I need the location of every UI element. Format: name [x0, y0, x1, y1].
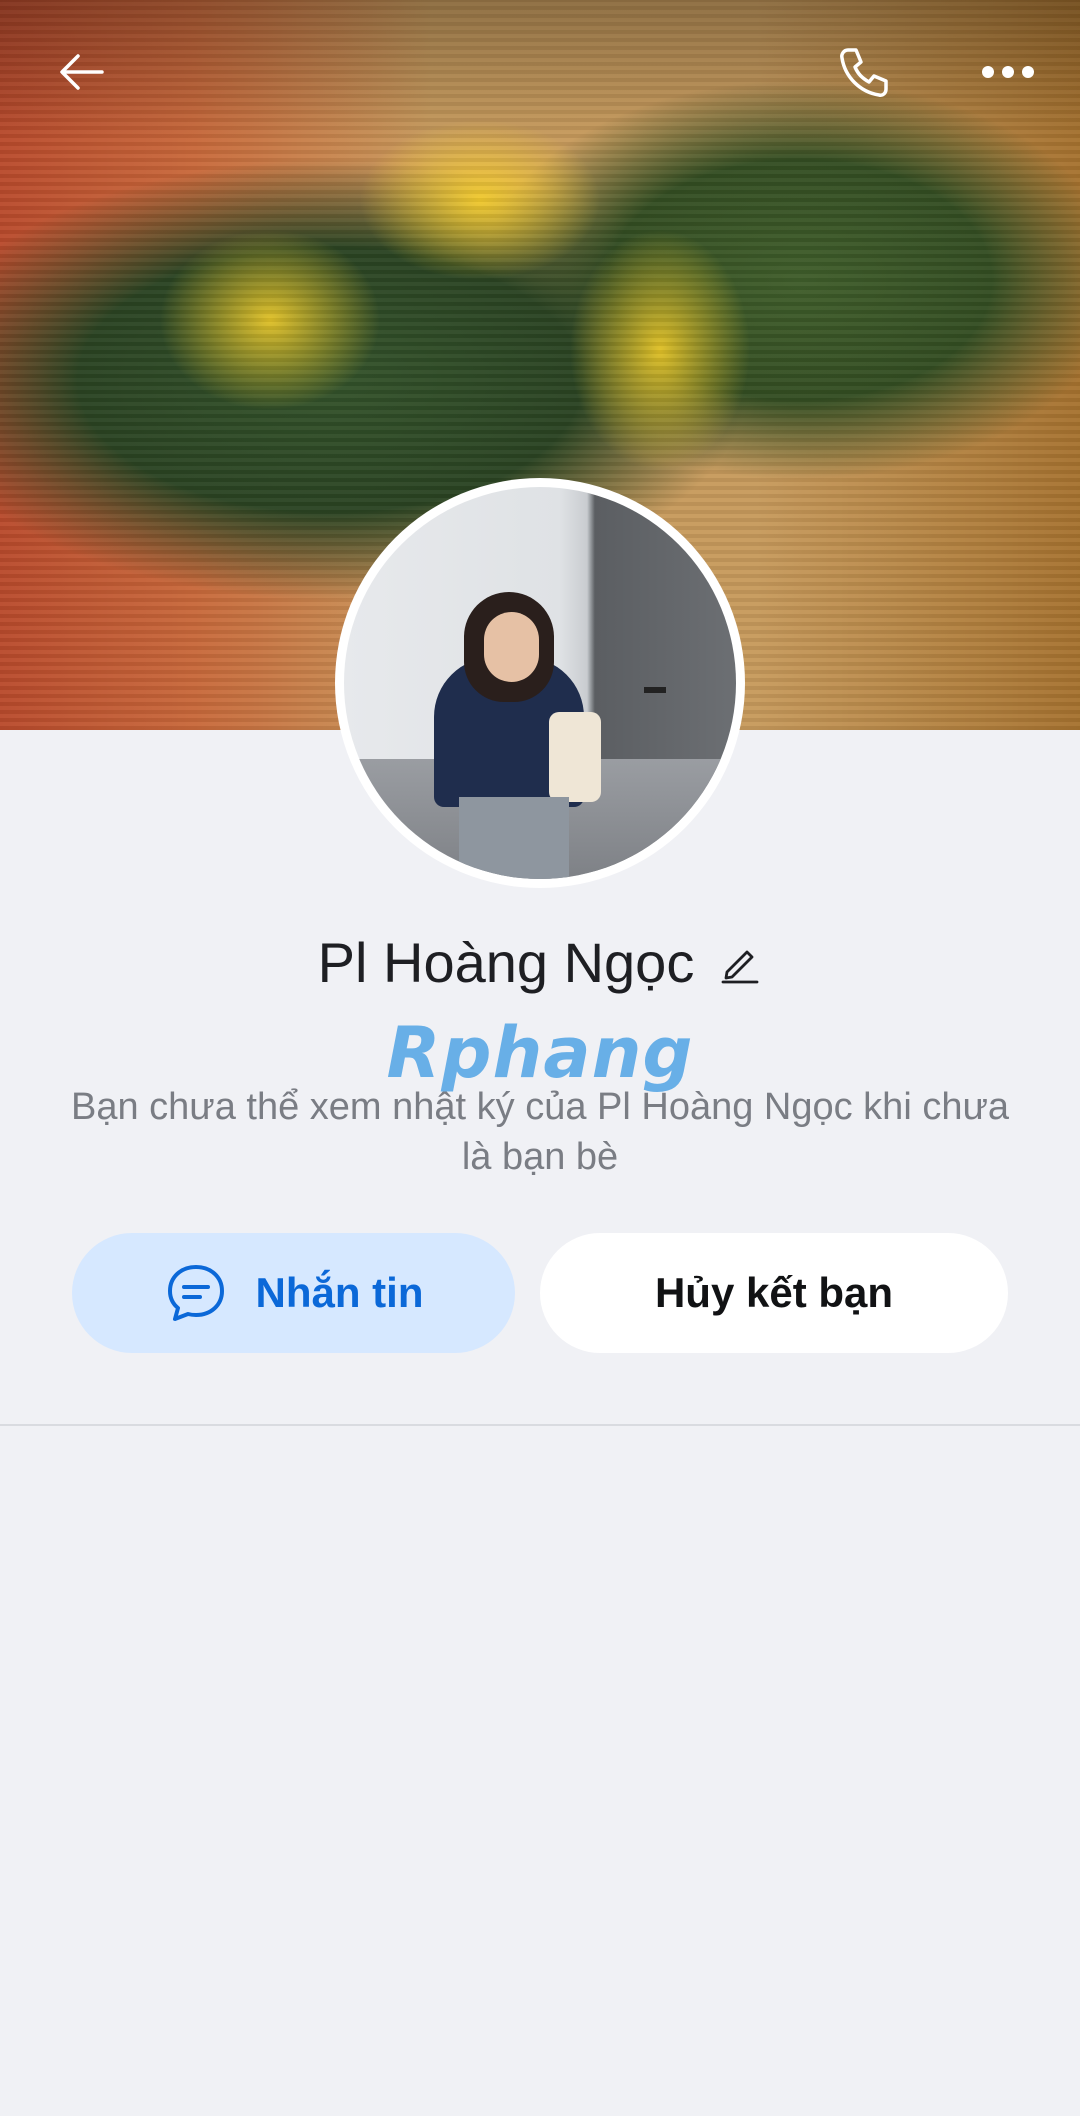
avatar-photo [344, 487, 736, 879]
avatar-bag [549, 712, 601, 802]
message-button[interactable]: Nhắn tin [72, 1233, 515, 1353]
message-button-label: Nhắn tin [255, 1269, 424, 1316]
profile-name: Pl Hoàng Ngọc [317, 931, 695, 994]
pencil-icon [721, 950, 759, 983]
arrow-left-icon [60, 54, 104, 90]
unfriend-button-label: Hủy kết bạn [654, 1269, 894, 1316]
chat-bubble-icon [164, 1261, 228, 1325]
unfriend-button[interactable]: Hủy kết bạn [540, 1233, 1008, 1353]
back-button[interactable] [50, 40, 114, 104]
cover-top-shade [0, 0, 1080, 140]
edit-name-button[interactable] [718, 941, 762, 985]
avatar-door-handle [644, 687, 666, 693]
more-options-button[interactable] [976, 40, 1040, 104]
avatar-person-face [484, 612, 539, 682]
phone-icon [840, 48, 888, 97]
call-button[interactable] [832, 40, 896, 104]
avatar[interactable] [335, 478, 745, 888]
profile-name-row: Pl Hoàng Ngọc [0, 930, 1080, 995]
avatar-person-legs [459, 797, 569, 879]
more-horizontal-icon [982, 66, 1034, 78]
section-divider [0, 1424, 1080, 1426]
diary-notice: Bạn chưa thể xem nhật ký của Pl Hoàng Ng… [70, 1086, 1010, 1178]
